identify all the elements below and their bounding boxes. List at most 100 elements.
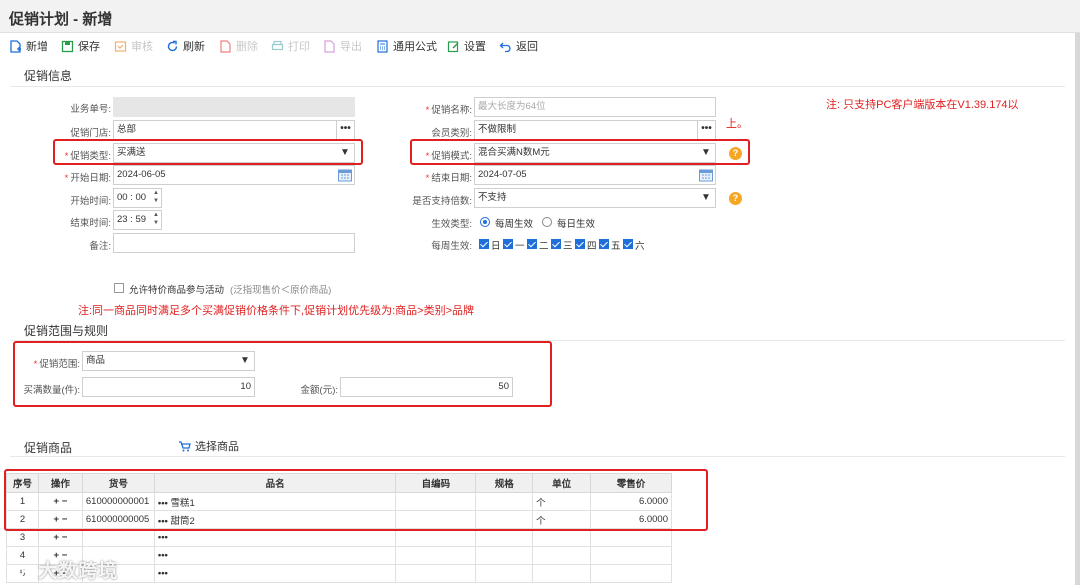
print-button[interactable]: 打印 — [271, 37, 310, 55]
radio-weekly-label: 每周生效 — [495, 219, 534, 230]
remove-row-icon[interactable]: − — [62, 496, 68, 507]
mode-select[interactable]: 混合买满N数M元 ▼ — [474, 143, 716, 163]
watermark: 大数跨境 — [10, 556, 118, 583]
time-spinner-icon[interactable]: ▲ ▼ — [151, 189, 161, 207]
store-more-button[interactable]: ••• — [336, 121, 354, 139]
chevron-down-icon[interactable]: ▼ — [236, 352, 254, 370]
checkbox-sat[interactable] — [623, 239, 633, 249]
weekday-label: 三 — [563, 241, 573, 252]
allow-special-checkbox[interactable] — [114, 283, 124, 293]
remark-label: 备注: — [89, 241, 111, 252]
name-label: * 促销名称: — [425, 105, 472, 116]
page-title: 促销计划 - 新增 — [9, 11, 113, 28]
row-unit: 个 — [532, 510, 592, 529]
chevron-down-icon[interactable]: ▼ — [336, 144, 354, 162]
remove-row-icon[interactable]: − — [62, 532, 68, 543]
help-icon[interactable]: ? — [729, 147, 742, 160]
new-button[interactable]: 新增 — [9, 37, 48, 55]
select-goods-label: 选择商品 — [195, 441, 239, 453]
allow-special-hint: (泛指现售价＜原价商品) — [230, 285, 332, 296]
amount-field[interactable]: 50 — [340, 377, 513, 397]
section-title-scope: 促销范围与规则 — [24, 324, 109, 338]
name-field[interactable]: 最大长度为64位 — [474, 97, 716, 117]
table-row[interactable]: 2 + − 610000000005 ••• 甜筒2 个 6.0000 — [6, 510, 672, 529]
more-icon[interactable]: ••• — [158, 516, 168, 527]
scrollbar[interactable] — [1075, 33, 1080, 585]
store-field[interactable]: 总部 ••• — [113, 120, 355, 140]
settings-button[interactable]: 设置 — [447, 37, 486, 55]
time-spinner-icon[interactable]: ▲ ▼ — [151, 211, 161, 229]
select-goods-button[interactable]: 选择商品 — [178, 437, 239, 455]
audit-button[interactable]: 审核 — [114, 37, 153, 55]
row-code[interactable] — [81, 528, 155, 547]
col-header: 自编码 — [395, 473, 477, 493]
delete-button[interactable]: 删除 — [219, 37, 258, 55]
range-select[interactable]: 商品 ▼ — [82, 351, 255, 371]
help-icon[interactable]: ? — [729, 192, 742, 205]
calendar-icon[interactable] — [337, 167, 353, 183]
row-self-code — [395, 528, 477, 547]
remark-field[interactable] — [113, 233, 355, 253]
row-name[interactable]: ••• — [153, 564, 397, 583]
add-row-icon[interactable]: + — [54, 514, 60, 525]
add-row-icon[interactable]: + — [54, 496, 60, 507]
calculator-icon — [377, 39, 388, 53]
member-field[interactable]: 不做限制 ••• — [474, 120, 716, 140]
end-date-label-text: 结束日期: — [431, 173, 472, 184]
more-icon[interactable]: ••• — [158, 498, 168, 509]
start-time-field[interactable]: 00 : 00 ▲ ▼ — [113, 188, 162, 208]
end-time-field[interactable]: 23 : 59 ▲ ▼ — [113, 210, 162, 230]
row-name[interactable]: ••• 甜筒2 — [153, 510, 397, 529]
type-value: 买满送 — [117, 147, 146, 158]
row-ops: + − — [37, 492, 83, 511]
weekday-label: 六 — [635, 241, 645, 252]
range-value: 商品 — [86, 355, 106, 366]
row-price — [590, 564, 672, 583]
more-icon[interactable]: ••• — [158, 532, 168, 543]
add-row-icon[interactable]: + — [54, 532, 60, 543]
save-button[interactable]: 保存 — [61, 37, 100, 55]
checkbox-fri[interactable] — [599, 239, 609, 249]
export-button-label: 导出 — [340, 41, 362, 53]
more-icon[interactable]: ••• — [158, 568, 168, 579]
chevron-down-icon[interactable]: ▼ — [697, 189, 715, 207]
row-code[interactable]: 610000000001 — [81, 492, 155, 511]
back-button[interactable]: 返回 — [499, 37, 538, 55]
row-name[interactable]: ••• 雪糕1 — [153, 492, 397, 511]
qty-field[interactable]: 10 — [82, 377, 255, 397]
checkbox-thu[interactable] — [575, 239, 585, 249]
end-date-field[interactable]: 2024-07-05 — [474, 165, 716, 185]
radio-daily[interactable] — [542, 217, 552, 227]
start-date-value: 2024-06-05 — [117, 169, 166, 180]
checkbox-tue[interactable] — [527, 239, 537, 249]
member-more-button[interactable]: ••• — [697, 121, 715, 139]
store-label: 促销门店: — [70, 128, 111, 139]
export-button[interactable]: 导出 — [323, 37, 362, 55]
row-index: 2 — [6, 510, 39, 529]
more-icon[interactable]: ••• — [158, 550, 168, 561]
table-row[interactable]: 3 + − ••• — [6, 528, 672, 547]
remove-row-icon[interactable]: − — [62, 514, 68, 525]
col-header: 序号 — [6, 473, 39, 493]
edit-settings-icon — [447, 40, 459, 52]
table-row[interactable]: 1 + − 610000000001 ••• 雪糕1 个 6.0000 — [6, 492, 672, 511]
radio-weekly[interactable] — [480, 217, 490, 227]
weekday-label: 日 — [491, 241, 501, 252]
end-time-value: 23 : 59 — [117, 214, 147, 225]
name-placeholder: 最大长度为64位 — [478, 101, 546, 112]
row-name[interactable]: ••• — [153, 528, 397, 547]
multiple-select[interactable]: 不支持 ▼ — [474, 188, 716, 208]
type-select[interactable]: 买满送 ▼ — [113, 143, 355, 163]
calendar-icon[interactable] — [698, 167, 714, 183]
checkbox-mon[interactable] — [503, 239, 513, 249]
refresh-button[interactable]: 刷新 — [166, 37, 205, 55]
row-code[interactable]: 610000000005 — [81, 510, 155, 529]
checkbox-wed[interactable] — [551, 239, 561, 249]
formula-button[interactable]: 通用公式 — [376, 37, 437, 55]
start-date-field[interactable]: 2024-06-05 — [113, 165, 355, 185]
chevron-down-icon[interactable]: ▼ — [697, 144, 715, 162]
checkbox-sun[interactable] — [479, 239, 489, 249]
end-date-value: 2024-07-05 — [478, 169, 527, 180]
member-value: 不做限制 — [478, 124, 517, 135]
row-name[interactable]: ••• — [153, 546, 397, 565]
